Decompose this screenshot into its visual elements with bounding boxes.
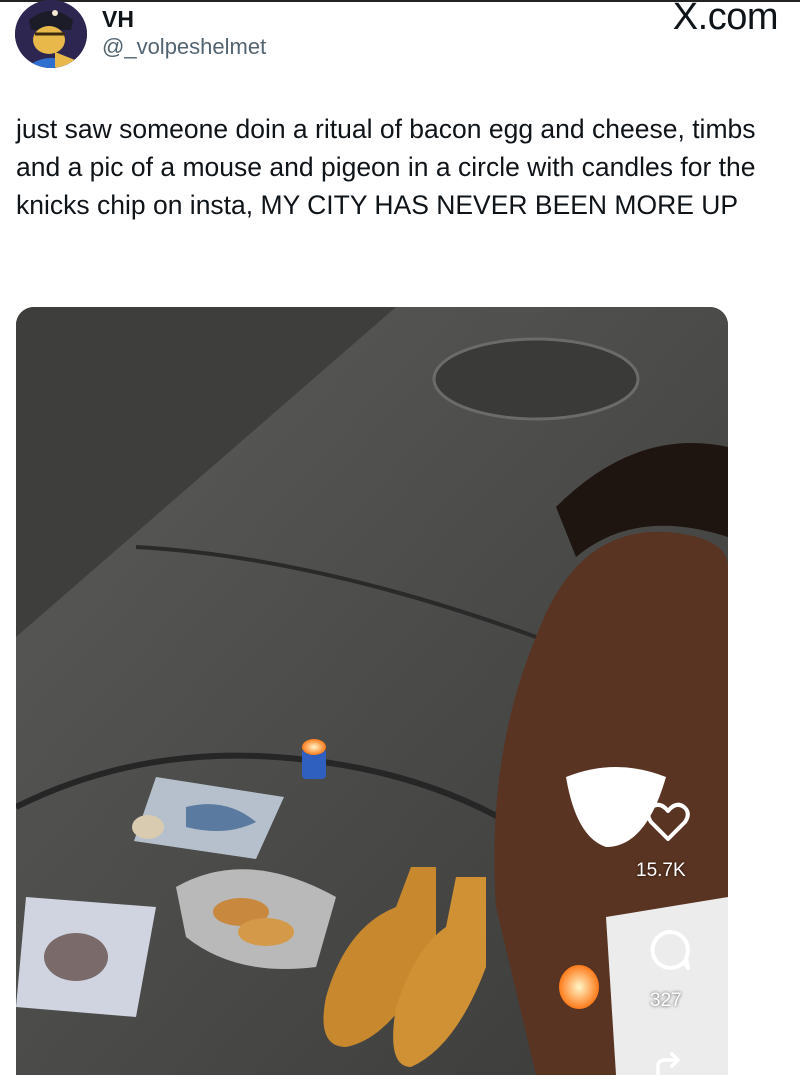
tweet-text: just saw someone doin a ritual of bacon …: [16, 114, 756, 220]
heart-icon[interactable]: [645, 799, 691, 845]
comment-count: 327: [650, 990, 682, 1011]
share-icon[interactable]: [654, 1052, 684, 1076]
like-count: 15.7K: [636, 860, 686, 881]
user-handle[interactable]: @_volpeshelmet: [102, 34, 266, 60]
comment-icon[interactable]: [648, 928, 692, 972]
post-media[interactable]: [16, 307, 728, 1075]
display-name[interactable]: VH: [102, 6, 134, 33]
avatar[interactable]: [15, 0, 87, 68]
brand-watermark: X.com: [672, 0, 779, 38]
